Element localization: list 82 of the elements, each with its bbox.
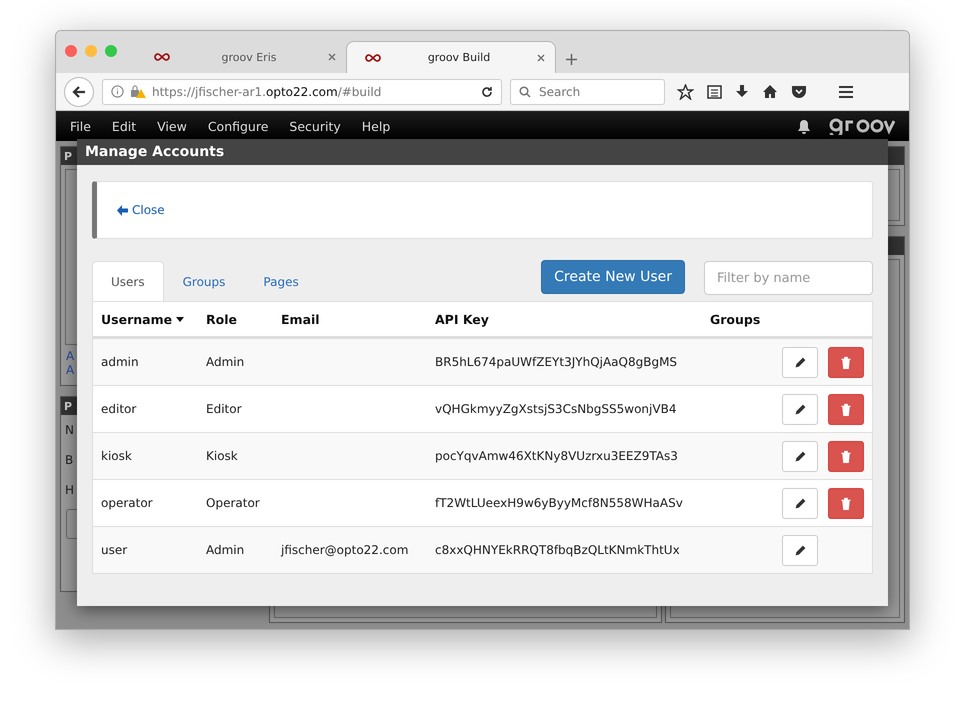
menu-item[interactable]: Edit xyxy=(112,118,136,134)
edit-button[interactable] xyxy=(782,346,818,378)
delete-button[interactable] xyxy=(828,346,864,378)
star-icon[interactable] xyxy=(677,84,694,100)
trash-icon xyxy=(840,402,852,416)
table-cell-text: admin xyxy=(101,355,140,369)
column-header[interactable]: Email xyxy=(281,312,435,326)
close-icon[interactable] xyxy=(328,53,336,61)
trash-icon xyxy=(840,356,852,368)
table-cell-text: Admin xyxy=(206,355,246,369)
infinity-icon xyxy=(365,54,381,62)
dialog-title: Manage Accounts xyxy=(77,139,888,165)
dialog-tab[interactable]: Groups xyxy=(164,261,244,301)
panel-title: P xyxy=(64,400,72,412)
edit-button[interactable] xyxy=(782,394,818,424)
close-icon[interactable] xyxy=(537,54,545,62)
trash-icon xyxy=(840,496,852,510)
menu-item[interactable]: View xyxy=(157,118,187,134)
dialog-tab[interactable]: Users xyxy=(92,261,164,301)
table-cell-text: c8xxQHNYEkRRQT8fbqBzQLtKNmkThtUx xyxy=(435,543,681,557)
browser-tab[interactable]: groov Eris xyxy=(136,41,346,73)
back-arrow-icon xyxy=(72,84,86,98)
trash-icon xyxy=(840,450,852,462)
table-cell-text: editor xyxy=(101,402,138,416)
info-icon xyxy=(111,85,124,98)
home-icon[interactable] xyxy=(762,84,778,99)
download-icon[interactable] xyxy=(735,84,749,99)
close-link[interactable]: Close xyxy=(117,203,165,217)
pocket-icon[interactable] xyxy=(791,84,807,99)
table-cell-text: Kiosk xyxy=(206,449,239,463)
pencil-icon xyxy=(794,402,806,416)
pencil-icon xyxy=(794,496,806,510)
list-icon[interactable] xyxy=(707,84,722,99)
logo-drawing xyxy=(827,117,895,135)
back-button[interactable] xyxy=(64,76,94,106)
new-tab-icon[interactable] xyxy=(566,54,577,65)
browser-tab[interactable]: groov Build xyxy=(346,41,556,73)
column-header[interactable]: API Key xyxy=(435,312,710,326)
create-user-button[interactable]: Create New User xyxy=(541,260,685,294)
menu-item[interactable]: Configure xyxy=(208,118,268,134)
menu-item[interactable]: Security xyxy=(289,118,341,134)
table-cell-text: Operator xyxy=(206,496,261,510)
table-cell-text: Admin xyxy=(206,543,246,557)
column-header[interactable]: Username xyxy=(101,312,206,326)
bell-icon[interactable] xyxy=(797,118,811,134)
menu-icon[interactable] xyxy=(838,84,854,98)
field-label: H xyxy=(65,483,74,497)
table-cell-text: jfischer@opto22.com xyxy=(281,543,410,557)
table-cell-text: vQHGkmyyZgXstsjS3CsNbgSS5wonjVB4 xyxy=(435,402,678,416)
menu-item[interactable]: Help xyxy=(362,118,390,134)
infinity-icon xyxy=(154,53,170,61)
filter-field[interactable]: Filter by name xyxy=(704,261,873,295)
field-label: N xyxy=(65,423,74,437)
warning-lock-icon xyxy=(130,85,146,98)
panel-title: P xyxy=(64,150,72,162)
sort-caret-icon xyxy=(176,316,184,322)
table-cell-text: operator xyxy=(101,496,154,510)
dialog-tab[interactable]: Pages xyxy=(244,261,318,301)
edit-button[interactable] xyxy=(782,440,818,472)
table-cell-text: fT2WtLUeexH9w6yByyMcf8N558WHaASv xyxy=(435,496,684,510)
reload-icon[interactable] xyxy=(481,86,493,98)
arrow-left-icon xyxy=(117,204,128,216)
table-cell-text: Editor xyxy=(206,402,243,416)
search-box[interactable]: Search xyxy=(510,78,665,104)
table-cell-text: user xyxy=(101,543,128,557)
table-cell-text: pocYqvAmw46XtKNy8VUzrxu3EEZ9TAs3 xyxy=(435,449,679,463)
pencil-icon xyxy=(794,356,806,368)
pencil-icon xyxy=(794,450,806,462)
search-icon xyxy=(519,86,531,98)
delete-button[interactable] xyxy=(828,440,864,472)
url-field[interactable]: https://jfischer-ar1.opto22.com/#build xyxy=(102,78,502,104)
table-cell-text: kiosk xyxy=(101,449,133,463)
menu-item[interactable]: File xyxy=(70,118,91,134)
delete-button[interactable] xyxy=(828,488,864,518)
column-header[interactable]: Role xyxy=(206,312,281,326)
column-header[interactable]: Groups xyxy=(710,312,872,326)
table-cell-text: BR5hL674paUWfZEYt3JYhQjAaQ8gBgMS xyxy=(435,355,678,369)
field-label: B xyxy=(65,453,74,467)
edit-button[interactable] xyxy=(782,534,818,566)
delete-button[interactable] xyxy=(828,394,864,424)
edit-button[interactable] xyxy=(782,488,818,518)
pencil-icon xyxy=(794,544,806,556)
